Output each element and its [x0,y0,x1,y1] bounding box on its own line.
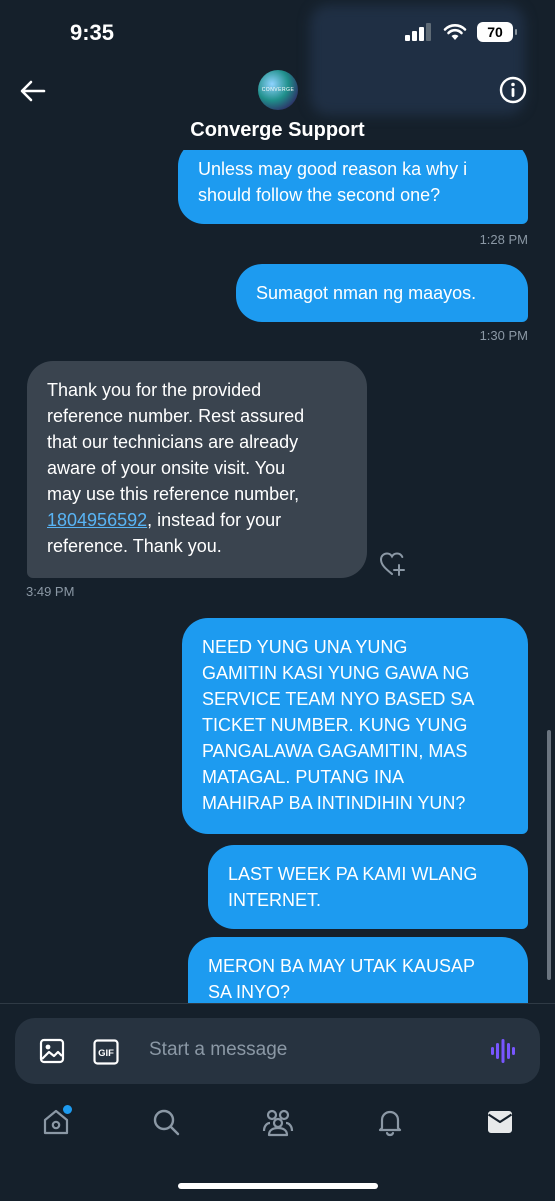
tab-communities[interactable] [260,1104,296,1140]
bottom-panel: GIF Start a message [0,1003,555,1201]
image-icon[interactable] [39,1038,65,1064]
home-indicator [178,1183,378,1189]
search-icon [153,1109,180,1136]
communities-icon [262,1109,294,1137]
battery-indicator: 70 [477,22,517,42]
gif-icon[interactable]: GIF [93,1039,119,1065]
conversation-header: CONVERGE Converge Support [0,64,555,156]
react-button[interactable] [378,550,408,578]
back-button[interactable] [18,76,48,106]
message-bubble[interactable]: NEED YUNG UNA YUNG GAMITIN KASI YUNG GAW… [182,618,528,834]
scrollbar[interactable] [547,730,551,980]
info-button[interactable] [499,76,527,104]
gif-label: GIF [98,1048,114,1059]
message-timestamp: 1:30 PM [479,328,528,343]
avatar[interactable]: CONVERGE [258,70,298,110]
notification-dot [61,1103,74,1116]
wifi-icon [443,24,467,40]
message-bubble[interactable]: MERON BA MAY UTAK KAUSAP SA INYO? [188,937,528,1003]
message-list[interactable]: Unless may good reason ka why i should f… [0,150,555,1003]
notifications-icon [378,1110,402,1137]
reference-number-link[interactable]: 1804956592 [47,510,147,530]
signal-icon [405,23,431,41]
tab-messages[interactable] [482,1104,518,1140]
message-bubble[interactable]: Sumagot nman ng maayos. [236,264,528,322]
message-bubble[interactable]: Unless may good reason ka why i should f… [178,150,528,224]
message-bubble[interactable]: Thank you for the provided reference num… [27,361,367,578]
message-bubble[interactable]: LAST WEEK PA KAMI WLANG INTERNET. [208,845,528,929]
tab-notifications[interactable] [372,1104,408,1140]
message-composer[interactable]: GIF Start a message [15,1018,540,1084]
message-input[interactable]: Start a message [149,1039,287,1061]
bottom-tab-bar [0,1104,555,1144]
back-arrow-icon [20,80,46,102]
tab-search[interactable] [148,1104,184,1140]
messages-icon [487,1111,513,1133]
status-time: 9:35 [70,20,115,45]
message-timestamp: 3:49 PM [26,584,75,599]
heart-add-icon [379,552,405,576]
conversation-title[interactable]: Converge Support [0,119,555,142]
message-timestamp: 1:28 PM [479,232,528,247]
info-icon [499,76,527,104]
voice-icon[interactable] [490,1038,516,1064]
status-bar: 9:35 70 [0,0,555,115]
status-icons: 70 [405,22,517,42]
avatar-logo-text: CONVERGE [261,87,295,93]
